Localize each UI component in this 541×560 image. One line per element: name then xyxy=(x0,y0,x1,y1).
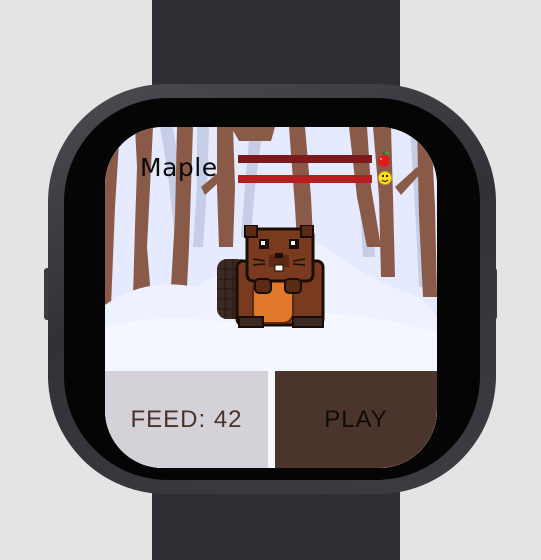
hunger-bar xyxy=(238,155,372,163)
feed-button-label: FEED: 42 xyxy=(130,405,243,433)
play-button[interactable]: PLAY xyxy=(275,371,437,468)
pet-name: Maple xyxy=(140,153,218,182)
watch-screen: Maple FEED: 42 PLAY xyxy=(105,127,437,468)
feed-button[interactable]: FEED: 42 xyxy=(105,371,268,468)
smiley-icon xyxy=(378,171,392,185)
play-button-label: PLAY xyxy=(324,405,388,433)
apple-icon xyxy=(378,151,390,167)
happiness-bar xyxy=(238,175,372,183)
beaver-pet-sprite[interactable] xyxy=(209,225,329,329)
